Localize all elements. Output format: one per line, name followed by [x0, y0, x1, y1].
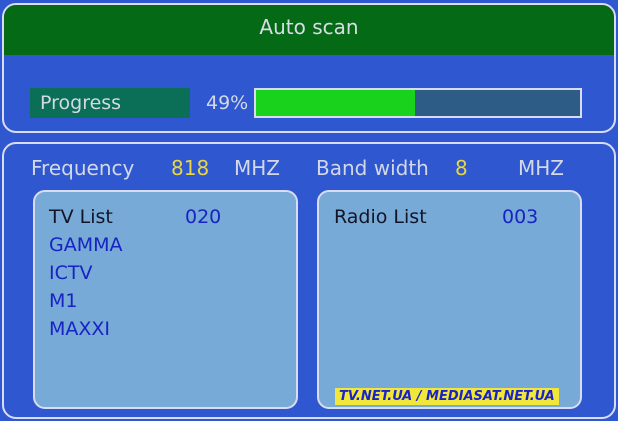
frequency-unit: MHZ [234, 156, 280, 180]
page-title: Auto scan [259, 15, 359, 39]
list-item[interactable]: ICTV [49, 262, 92, 284]
tv-list-title: TV List [49, 206, 113, 228]
progress-label: Progress [30, 88, 190, 118]
radio-list-box[interactable]: Radio List 003 [317, 190, 582, 409]
bandwidth-label: Band width [316, 156, 429, 180]
bandwidth-unit: MHZ [518, 156, 564, 180]
title-bar: Auto scan [4, 5, 614, 55]
radio-list-count: 003 [502, 206, 539, 228]
tv-list-box[interactable]: TV List 020 GAMMA ICTV M1 MAXXI [33, 190, 298, 409]
list-item[interactable]: MAXXI [49, 318, 110, 340]
frequency-label: Frequency [31, 156, 135, 180]
frequency-value: 818 [171, 156, 210, 180]
list-item[interactable]: GAMMA [49, 234, 123, 256]
bandwidth-value: 8 [455, 156, 468, 180]
watermark: TV.NET.UA / MEDIASAT.NET.UA [335, 388, 559, 405]
progress-bar [254, 88, 582, 118]
tv-list-count: 020 [185, 206, 222, 228]
radio-list-title: Radio List [334, 206, 427, 228]
list-item[interactable]: M1 [49, 290, 77, 312]
progress-bar-fill [256, 90, 415, 116]
progress-percent: 49% [206, 92, 249, 114]
